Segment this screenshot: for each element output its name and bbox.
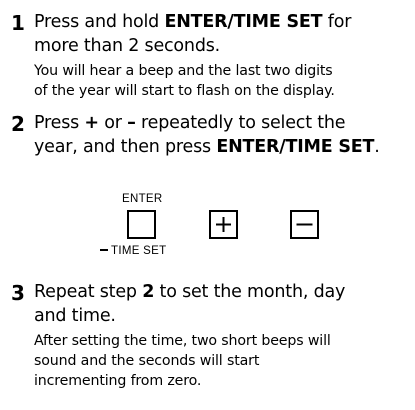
button-diagram: ENTER TIME SET — [84, 187, 344, 267]
step-1-line-1: Press and hold ENTER/TIME SET for — [34, 12, 352, 32]
step-2-line-2: year, and then press ENTER/TIME SET. — [34, 137, 380, 157]
step-number: 1 — [11, 11, 25, 35]
plus-button — [209, 210, 238, 239]
enter-time-set-button — [127, 210, 156, 239]
step-3-note-line-3: incrementing from zero. — [34, 373, 202, 389]
enter-label: ENTER — [122, 193, 163, 205]
minus-button — [290, 210, 319, 239]
step-1-line-2: more than 2 seconds. — [34, 36, 221, 56]
time-set-label: TIME SET — [100, 245, 166, 257]
step-1-note-line-2: of the year will start to flash on the d… — [34, 83, 335, 99]
minus-icon — [296, 223, 313, 226]
step-3-line-1: Repeat step 2 to set the month, day — [34, 282, 346, 302]
plus-icon — [216, 217, 231, 232]
step-2-line-1: Press + or – repeatedly to select the — [34, 113, 346, 133]
step-number: 2 — [11, 112, 25, 136]
step-3-note-line-2: sound and the seconds will start — [34, 353, 260, 369]
step-number: 3 — [11, 281, 25, 305]
dash-icon — [100, 248, 108, 252]
step-3-note-line-1: After setting the time, two short beeps … — [34, 333, 331, 349]
step-1-note-line-1: You will hear a beep and the last two di… — [34, 63, 333, 79]
step-3-line-2: and time. — [34, 306, 116, 326]
